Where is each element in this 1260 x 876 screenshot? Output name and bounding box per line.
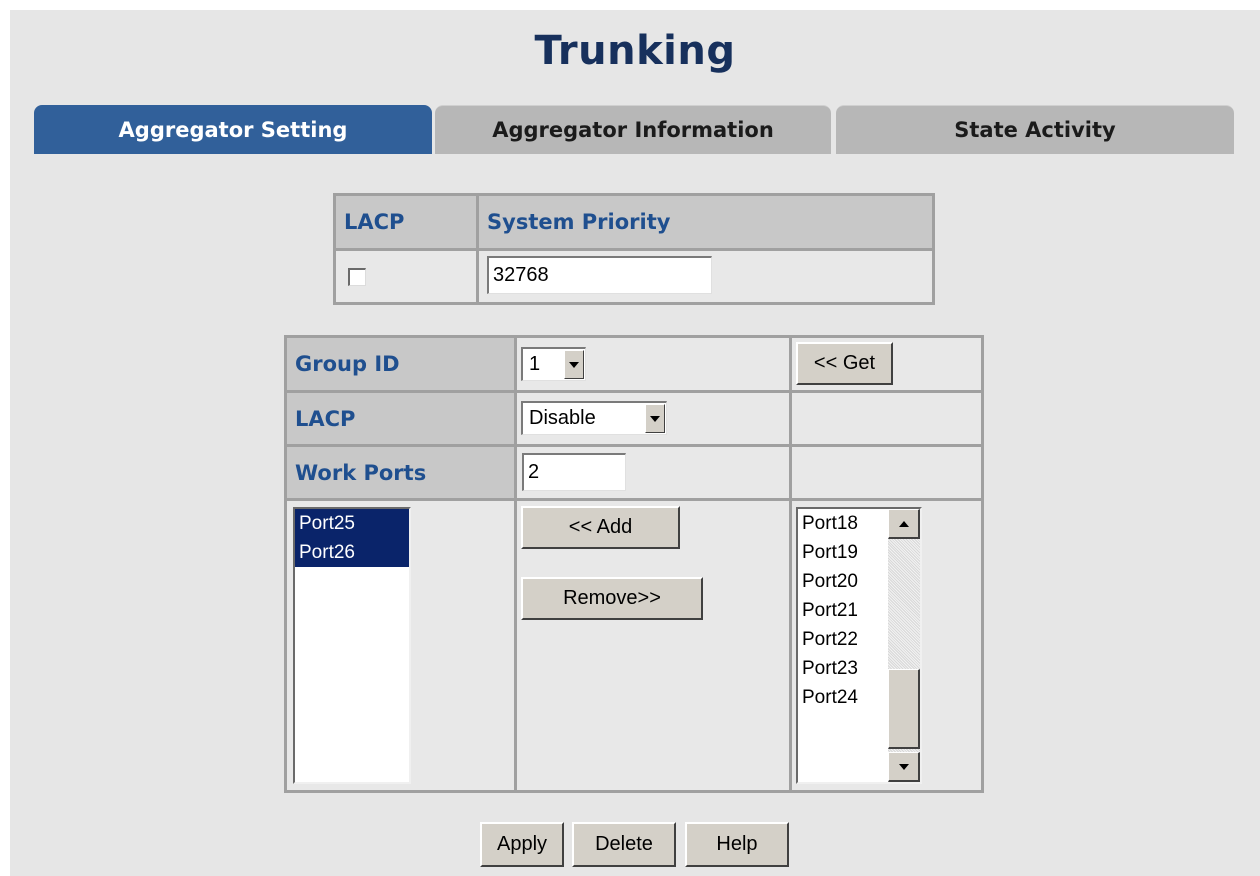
content-panel: Trunking Aggregator Setting Aggregator I… <box>10 10 1260 876</box>
work-ports-cell: 2 <box>517 447 789 498</box>
lacp-checkbox[interactable] <box>348 268 366 286</box>
remove-button[interactable]: Remove>> <box>521 577 703 620</box>
group-lacp-select[interactable]: Disable <box>521 401 667 435</box>
get-button[interactable]: << Get <box>796 342 893 385</box>
chevron-down-icon[interactable] <box>645 404 665 433</box>
group-lacp-cell: Disable <box>517 393 789 444</box>
scroll-down-icon[interactable] <box>888 752 920 782</box>
system-priority-cell: 32768 <box>479 251 932 302</box>
chevron-down-icon[interactable] <box>564 350 584 379</box>
available-ports-cell: Port18 Port19 Port20 Port21 Port22 Port2… <box>792 501 981 790</box>
empty-cell <box>792 393 981 444</box>
tab-aggregator-information[interactable]: Aggregator Information <box>435 105 831 154</box>
list-item[interactable]: Port25 <box>295 509 409 538</box>
list-scrollbar[interactable] <box>888 509 920 782</box>
group-id-cell: 1 <box>517 338 789 390</box>
port-actions-cell: << Add Remove>> <box>517 501 789 790</box>
add-button[interactable]: << Add <box>521 506 680 549</box>
system-priority-input[interactable]: 32768 <box>487 256 712 294</box>
tab-state-activity[interactable]: State Activity <box>836 105 1234 154</box>
delete-button[interactable]: Delete <box>572 822 676 867</box>
group-id-label: Group ID <box>287 338 514 390</box>
scroll-up-icon[interactable] <box>888 509 920 539</box>
lacp-header: LACP <box>336 196 476 248</box>
member-ports-list[interactable]: Port25 Port26 <box>293 507 411 784</box>
member-ports-cell: Port25 Port26 <box>287 501 514 790</box>
system-priority-header: System Priority <box>479 196 932 248</box>
apply-button[interactable]: Apply <box>480 822 564 867</box>
group-id-value: 1 <box>529 353 541 375</box>
lacp-checkbox-cell <box>336 251 476 302</box>
help-button[interactable]: Help <box>685 822 789 867</box>
group-id-select[interactable]: 1 <box>521 347 586 381</box>
scroll-thumb[interactable] <box>888 669 920 749</box>
available-ports-list[interactable]: Port18 Port19 Port20 Port21 Port22 Port2… <box>796 507 922 784</box>
empty-cell <box>792 447 981 498</box>
tab-aggregator-setting[interactable]: Aggregator Setting <box>34 105 432 154</box>
group-lacp-label: LACP <box>287 393 514 444</box>
work-ports-label: Work Ports <box>287 447 514 498</box>
list-item[interactable]: Port26 <box>295 538 409 567</box>
page-title: Trunking <box>534 28 736 74</box>
get-button-cell: << Get <box>792 338 981 390</box>
group-lacp-value: Disable <box>529 407 596 429</box>
work-ports-input[interactable]: 2 <box>522 453 626 491</box>
